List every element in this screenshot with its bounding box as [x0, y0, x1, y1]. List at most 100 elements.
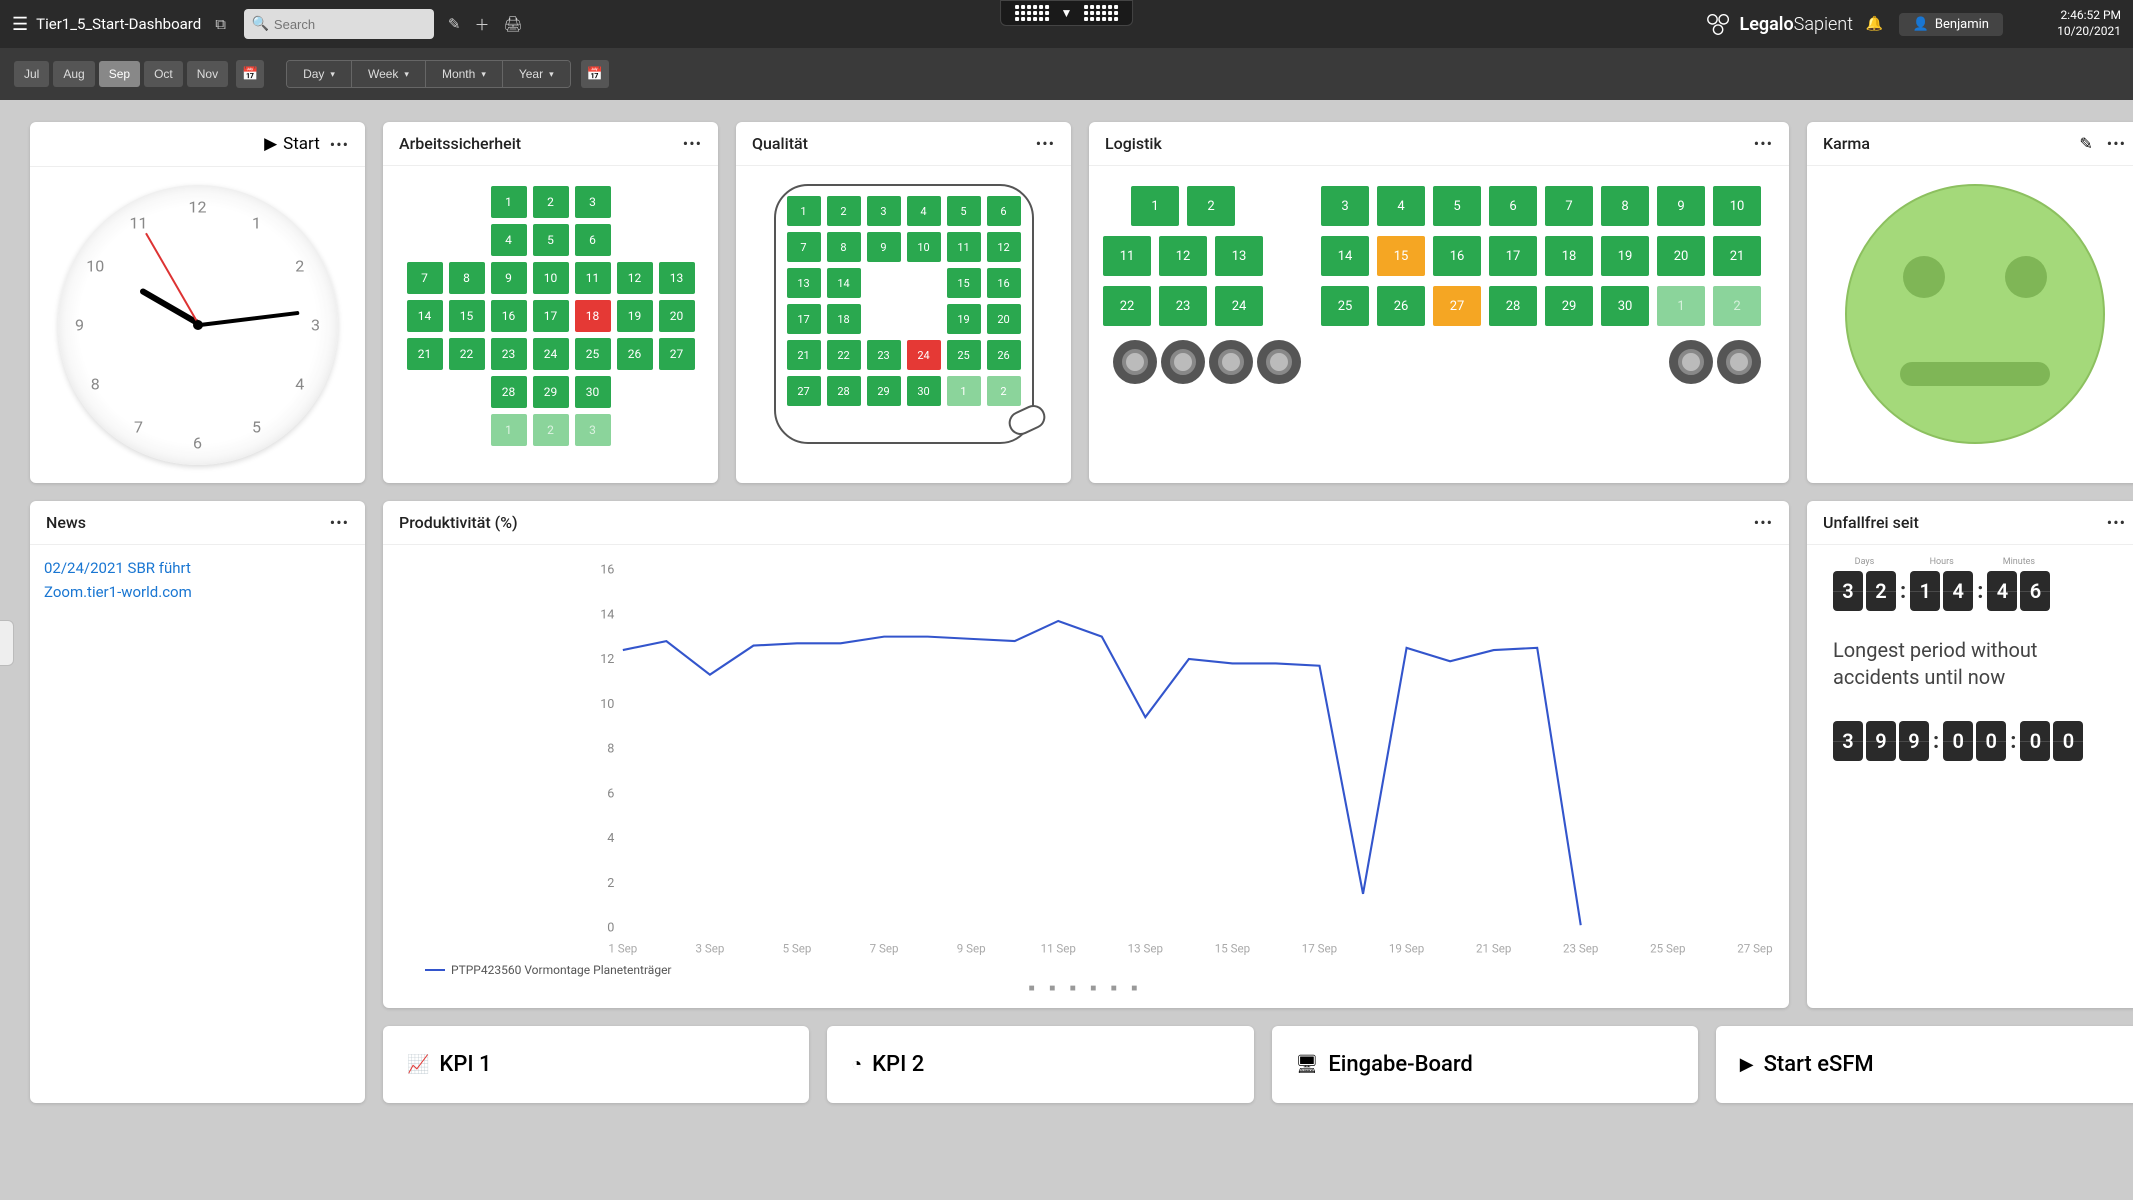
period-day[interactable]: Day ▾ [287, 61, 352, 87]
day-cell[interactable]: 10 [533, 262, 569, 294]
side-drawer-handle[interactable] [0, 620, 14, 666]
day-cell[interactable]: 10 [1713, 186, 1761, 226]
day-cell[interactable]: 23 [867, 340, 901, 370]
month-oct[interactable]: Oct [144, 61, 183, 87]
day-cell[interactable]: 5 [947, 196, 981, 226]
bell-icon[interactable]: 🔔 [1866, 16, 1883, 32]
day-cell[interactable]: 2 [533, 186, 569, 218]
day-cell[interactable]: 14 [827, 268, 861, 298]
card-menu-icon[interactable]: ••• [2107, 513, 2126, 532]
day-cell[interactable]: 1 [947, 376, 981, 406]
day-cell[interactable]: 7 [787, 232, 821, 262]
day-cell[interactable]: 1 [1657, 286, 1705, 326]
month-sep[interactable]: Sep [99, 61, 140, 87]
day-cell[interactable]: 9 [491, 262, 527, 294]
day-cell[interactable]: 12 [617, 262, 653, 294]
day-cell[interactable]: 14 [1321, 236, 1369, 276]
card-menu-icon[interactable]: ••• [1036, 134, 1055, 153]
day-cell[interactable]: 1 [491, 414, 527, 446]
day-cell[interactable]: 4 [1377, 186, 1425, 226]
card-menu-icon[interactable]: ••• [2107, 134, 2126, 153]
day-cell[interactable]: 20 [1657, 236, 1705, 276]
day-cell[interactable]: 21 [407, 338, 443, 370]
search-input[interactable] [244, 9, 434, 39]
day-cell[interactable]: 14 [407, 300, 443, 332]
day-cell[interactable]: 8 [449, 262, 485, 294]
day-cell[interactable]: 6 [575, 224, 611, 256]
day-cell[interactable]: 16 [1433, 236, 1481, 276]
day-cell[interactable]: 28 [491, 376, 527, 408]
chart-pager[interactable]: ■ ■ ■ ■ ■ ■ [397, 977, 1775, 994]
day-cell[interactable]: 3 [1321, 186, 1369, 226]
day-cell[interactable]: 18 [1545, 236, 1593, 276]
day-cell[interactable]: 3 [575, 414, 611, 446]
day-cell[interactable]: 24 [1215, 286, 1263, 326]
day-cell[interactable]: 19 [947, 304, 981, 334]
day-cell[interactable]: 5 [533, 224, 569, 256]
day-cell[interactable]: 17 [787, 304, 821, 334]
calendar-icon[interactable]: 📅 [581, 60, 609, 88]
kpi-eingabe-board[interactable]: 🖥Eingabe-Board [1272, 1026, 1698, 1103]
day-cell[interactable]: 9 [1657, 186, 1705, 226]
month-nov[interactable]: Nov [187, 61, 228, 87]
news-link[interactable]: Zoom.tier1-world.com [44, 583, 351, 601]
day-cell[interactable]: 2 [987, 376, 1021, 406]
user-menu[interactable]: 👤 Benjamin [1899, 13, 2003, 36]
period-month[interactable]: Month ▾ [426, 61, 503, 87]
news-link[interactable]: 02/24/2021 SBR führt [44, 559, 351, 577]
day-cell[interactable]: 25 [575, 338, 611, 370]
card-menu-icon[interactable]: ••• [683, 134, 702, 153]
day-cell[interactable]: 22 [1103, 286, 1151, 326]
day-cell[interactable]: 18 [827, 304, 861, 334]
day-cell[interactable]: 12 [987, 232, 1021, 262]
day-cell[interactable]: 4 [491, 224, 527, 256]
day-cell[interactable]: 11 [575, 262, 611, 294]
day-cell[interactable]: 13 [787, 268, 821, 298]
day-cell[interactable]: 30 [907, 376, 941, 406]
day-cell[interactable]: 8 [827, 232, 861, 262]
card-menu-icon[interactable]: ••• [1754, 513, 1773, 532]
day-cell[interactable]: 4 [907, 196, 941, 226]
day-cell[interactable]: 18 [575, 300, 611, 332]
day-cell[interactable]: 1 [491, 186, 527, 218]
month-jul[interactable]: Jul [14, 61, 49, 87]
day-cell[interactable]: 27 [659, 338, 695, 370]
day-cell[interactable]: 11 [1103, 236, 1151, 276]
day-cell[interactable]: 7 [1545, 186, 1593, 226]
day-cell[interactable]: 15 [1377, 236, 1425, 276]
day-cell[interactable]: 17 [533, 300, 569, 332]
day-cell[interactable]: 15 [947, 268, 981, 298]
day-cell[interactable]: 29 [533, 376, 569, 408]
day-cell[interactable]: 29 [1545, 286, 1593, 326]
day-cell[interactable]: 17 [1489, 236, 1537, 276]
day-cell[interactable]: 29 [867, 376, 901, 406]
day-cell[interactable]: 28 [827, 376, 861, 406]
day-cell[interactable]: 19 [617, 300, 653, 332]
day-cell[interactable]: 6 [987, 196, 1021, 226]
day-cell[interactable]: 20 [659, 300, 695, 332]
day-cell[interactable]: 2 [1713, 286, 1761, 326]
day-cell[interactable]: 10 [907, 232, 941, 262]
day-cell[interactable]: 2 [533, 414, 569, 446]
period-year[interactable]: Year ▾ [503, 61, 570, 87]
day-cell[interactable]: 21 [787, 340, 821, 370]
day-cell[interactable]: 30 [575, 376, 611, 408]
edit-icon[interactable]: ✎ [448, 15, 461, 33]
kpi-kpi-1[interactable]: 📈KPI 1 [383, 1026, 809, 1103]
day-cell[interactable]: 2 [827, 196, 861, 226]
day-cell[interactable]: 5 [1433, 186, 1481, 226]
day-cell[interactable]: 23 [1159, 286, 1207, 326]
day-cell[interactable]: 30 [1601, 286, 1649, 326]
calendar-icon[interactable]: 📅 [236, 60, 264, 88]
day-cell[interactable]: 26 [1377, 286, 1425, 326]
day-cell[interactable]: 16 [491, 300, 527, 332]
day-cell[interactable]: 25 [947, 340, 981, 370]
day-cell[interactable]: 27 [1433, 286, 1481, 326]
kpi-start-esfm[interactable]: ▶Start eSFM [1716, 1026, 2133, 1103]
card-title[interactable]: ▶ Start [264, 134, 320, 154]
month-aug[interactable]: Aug [53, 61, 94, 87]
day-cell[interactable]: 22 [827, 340, 861, 370]
day-cell[interactable]: 12 [1159, 236, 1207, 276]
day-cell[interactable]: 3 [867, 196, 901, 226]
card-menu-icon[interactable]: ••• [330, 513, 349, 532]
